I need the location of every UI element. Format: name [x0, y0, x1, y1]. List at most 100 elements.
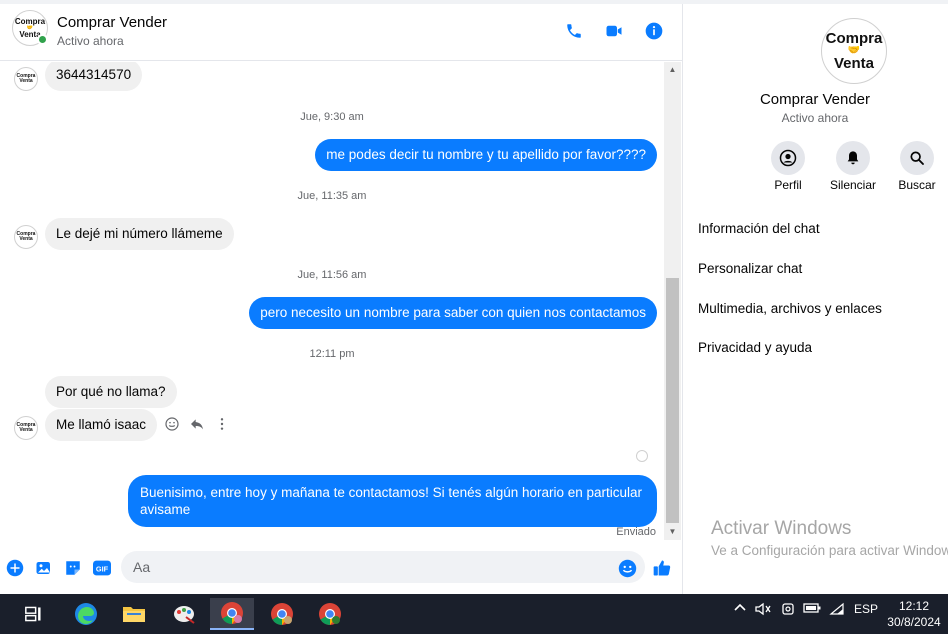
mute-button[interactable] — [836, 141, 870, 175]
thumbs-up-icon — [653, 560, 671, 576]
reply-icon — [191, 419, 203, 430]
taskbar-chrome-2[interactable] — [260, 598, 304, 630]
section-privacy-help[interactable]: Privacidad y ayuda — [698, 340, 812, 355]
sticker-button[interactable] — [63, 558, 83, 578]
gif-icon: GIF — [93, 560, 111, 576]
contact-status: Activo ahora — [57, 34, 124, 48]
chrome-icon — [271, 603, 293, 625]
reply-button[interactable] — [188, 415, 206, 433]
show-hidden-icons-button[interactable] — [732, 602, 748, 612]
avatar-text-top: Compra — [825, 30, 883, 47]
message-incoming[interactable]: Por qué no llama? — [45, 376, 177, 408]
sent-status: Enviado — [616, 526, 656, 538]
sticker-icon — [66, 561, 80, 575]
profile-button[interactable] — [771, 141, 805, 175]
wifi-icon — [829, 602, 844, 615]
image-icon — [36, 562, 50, 574]
mini-avatar-text: Venta — [19, 427, 33, 433]
taskbar-chrome-3[interactable] — [308, 598, 352, 630]
message-outgoing[interactable]: me podes decir tu nombre y tu apellido p… — [315, 139, 657, 171]
timestamp: Jue, 11:56 am — [297, 269, 367, 281]
language-indicator[interactable]: ESP — [852, 602, 880, 616]
edge-icon — [75, 603, 97, 625]
message-incoming[interactable]: 3644314570 — [45, 62, 143, 91]
profile-avatar-large[interactable]: Compra 🤝 Venta — [821, 18, 887, 84]
search-button[interactable] — [900, 141, 934, 175]
gif-button[interactable]: GIF — [92, 558, 112, 578]
scrollbar-thumb[interactable] — [666, 278, 679, 523]
message-input[interactable]: Aa — [121, 551, 645, 583]
taskbar-file-explorer[interactable] — [112, 598, 156, 630]
clock-date: 30/8/2024 — [887, 615, 941, 629]
avatar-text-bottom: Venta — [833, 55, 875, 72]
video-camera-icon — [606, 25, 622, 37]
section-customize-chat[interactable]: Personalizar chat — [698, 261, 802, 276]
timestamp: Jue, 11:35 am — [297, 190, 367, 202]
chrome-icon — [319, 603, 341, 625]
message-outgoing[interactable]: pero necesito un nombre para saber con q… — [249, 297, 657, 329]
speaker-muted-icon — [755, 602, 771, 616]
sender-avatar[interactable]: Compra Venta — [14, 225, 38, 249]
attach-media-button[interactable] — [34, 558, 54, 578]
profile-icon — [779, 149, 797, 167]
message-outgoing[interactable]: Buenisimo, entre hoy y mañana te contact… — [128, 475, 657, 527]
emoji-button[interactable] — [617, 558, 637, 578]
scroll-down-arrow[interactable]: ▼ — [664, 525, 681, 539]
activate-windows-title: Activar Windows — [711, 518, 852, 539]
chrome-icon — [221, 602, 243, 624]
like-button[interactable] — [652, 558, 672, 578]
seen-avatar — [636, 450, 648, 462]
timestamp: Jue, 9:30 am — [300, 111, 364, 123]
profile-name: Comprar Vender — [759, 91, 871, 108]
search-label[interactable]: Buscar — [882, 178, 948, 192]
clock-time: 12:12 — [898, 599, 930, 613]
taskbar-edge[interactable] — [64, 598, 108, 630]
mini-avatar-text: Venta — [19, 78, 33, 84]
task-view-button[interactable] — [12, 598, 56, 630]
contact-name[interactable]: Comprar Vender — [57, 14, 167, 31]
info-icon — [645, 22, 663, 40]
plus-circle-icon — [6, 559, 24, 577]
section-media-files-links[interactable]: Multimedia, archivos y enlaces — [698, 301, 882, 316]
search-icon — [910, 151, 924, 165]
taskbar-paint[interactable] — [162, 598, 206, 630]
profile-status: Activo ahora — [781, 111, 849, 125]
phone-icon — [567, 24, 581, 38]
more-vertical-icon — [220, 418, 224, 430]
wifi-button[interactable] — [828, 602, 846, 616]
react-button[interactable] — [163, 415, 181, 433]
emoji-icon — [618, 559, 636, 577]
volume-button[interactable] — [754, 602, 772, 616]
folder-icon — [123, 607, 145, 622]
section-chat-info[interactable]: Información del chat — [698, 221, 820, 236]
mini-avatar-text: Venta — [19, 236, 33, 242]
more-actions-button[interactable] — [5, 558, 25, 578]
chat-info-button[interactable] — [643, 20, 665, 42]
chevron-up-icon — [734, 603, 746, 611]
sender-avatar[interactable]: Compra Venta — [14, 67, 38, 91]
message-incoming[interactable]: Me llamó isaac — [45, 409, 158, 441]
message-list[interactable]: Compra Venta 3644314570 Jue, 9:30 am me … — [0, 62, 664, 540]
battery-icon — [803, 603, 821, 613]
bell-icon — [847, 151, 859, 165]
svg-text:GIF: GIF — [96, 564, 109, 573]
timestamp: 12:11 pm — [309, 348, 355, 360]
activate-windows-subtitle: Ve a Configuración para activar Windows. — [711, 543, 948, 558]
sender-avatar[interactable]: Compra Venta — [14, 416, 38, 440]
battery-button[interactable] — [802, 602, 822, 614]
audio-call-button[interactable] — [563, 20, 585, 42]
scroll-up-arrow[interactable]: ▲ — [664, 63, 681, 77]
system-clock[interactable]: 12:12 30/8/2024 — [880, 598, 948, 630]
mute-label[interactable]: Silenciar — [818, 178, 888, 192]
camera-icon — [782, 603, 794, 615]
smiley-icon — [165, 417, 179, 431]
palette-icon — [174, 606, 195, 624]
taskbar-chrome-1[interactable] — [210, 598, 254, 630]
task-view-icon — [25, 606, 41, 622]
message-incoming[interactable]: Le dejé mi número llámeme — [45, 218, 234, 250]
meet-now-button[interactable] — [779, 602, 797, 616]
online-indicator — [37, 34, 48, 45]
profile-label[interactable]: Perfil — [753, 178, 823, 192]
more-options-button[interactable] — [213, 415, 231, 433]
video-call-button[interactable] — [603, 20, 625, 42]
